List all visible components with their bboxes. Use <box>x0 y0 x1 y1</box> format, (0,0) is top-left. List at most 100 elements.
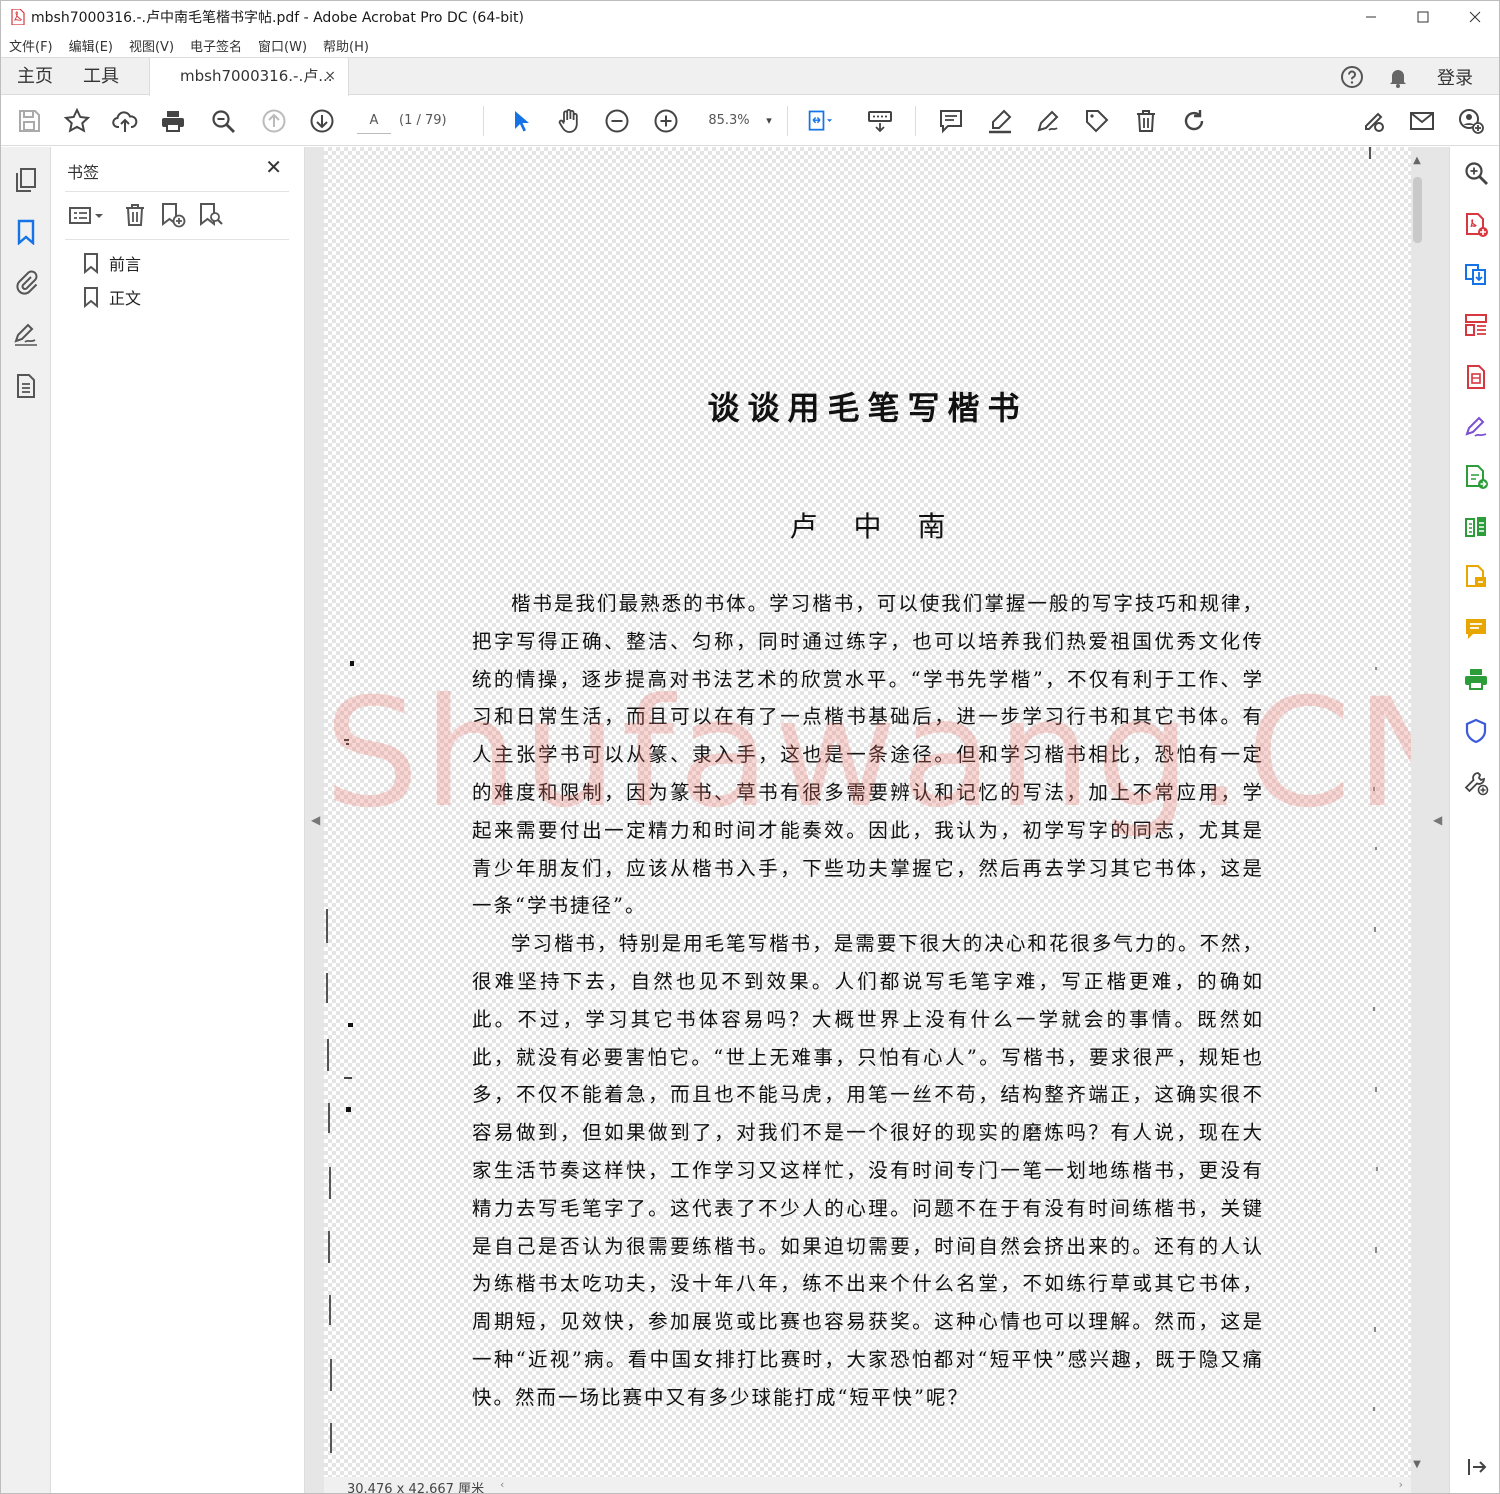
find-bookmark-button[interactable] <box>197 201 225 229</box>
rotate-icon <box>1184 110 1204 131</box>
select-tool-button[interactable] <box>505 106 535 136</box>
more-tools-button[interactable] <box>1462 769 1490 797</box>
comment-icon <box>1466 619 1486 639</box>
bookmark-star-button[interactable] <box>62 106 92 136</box>
menu-file[interactable]: 文件(F) <box>9 36 53 55</box>
body-paragraph: 学习楷书，特别是用毛笔写楷书，是需要下很大的决心和花很多气力的。不然，很难坚持下… <box>472 932 1264 1409</box>
previous-page-button[interactable] <box>259 106 289 136</box>
highlight-button[interactable] <box>985 106 1015 136</box>
right-tools-rail <box>1449 147 1499 1493</box>
comment-icon <box>940 110 962 134</box>
protect-button[interactable] <box>1462 717 1490 745</box>
add-user-button[interactable] <box>1456 106 1486 136</box>
bookmark-item[interactable]: 正文 <box>83 285 141 309</box>
comment-button[interactable] <box>936 106 966 136</box>
fill-sign-button[interactable] <box>1462 413 1490 441</box>
delete-bookmark-button[interactable] <box>121 201 149 229</box>
export-pdf-button[interactable] <box>1462 261 1490 289</box>
help-button[interactable] <box>1339 64 1365 90</box>
send-for-review-button[interactable] <box>1462 463 1490 491</box>
combine-files-icon <box>1466 565 1486 587</box>
menu-edit[interactable]: 编辑(E) <box>69 36 113 55</box>
scrollbar-thumb[interactable] <box>1413 177 1422 243</box>
scroll-up-icon[interactable]: ▲ <box>1409 155 1425 169</box>
printer-color-icon <box>1465 669 1487 690</box>
toolbar-divider <box>787 106 788 136</box>
bookmark-item-label: 前言 <box>109 255 142 274</box>
bookmarks-panel-button[interactable] <box>13 219 39 245</box>
add-person-icon <box>1459 109 1484 134</box>
email-button[interactable] <box>1407 106 1437 136</box>
rotate-button[interactable] <box>1179 106 1209 136</box>
upload-cloud-button[interactable] <box>110 106 140 136</box>
scroll-left-icon[interactable]: ‹ <box>500 1478 504 1491</box>
find-zoom-button[interactable] <box>208 106 238 136</box>
delete-button[interactable] <box>1131 106 1161 136</box>
read-mode-button[interactable] <box>865 106 895 136</box>
acrobat-window: mbsh7000316.-.卢中南毛笔楷书字帖.pdf - Adobe Acro… <box>0 0 1500 1494</box>
scroll-down-icon[interactable]: ▼ <box>1409 1459 1425 1473</box>
menu-esign[interactable]: 电子签名 <box>190 36 242 55</box>
collapse-left-panel-icon[interactable]: ◀ <box>311 813 320 827</box>
arrow-down-circle-icon <box>310 109 334 133</box>
zoom-in-button[interactable] <box>651 106 681 136</box>
create-pdf-button[interactable] <box>1462 211 1490 239</box>
bookmarks-panel-title: 书签 <box>67 163 100 182</box>
zoom-level-input[interactable]: 85.3% <box>701 108 757 134</box>
document-viewer[interactable]: ◀ 谈谈用毛笔写楷书 卢中南 楷书是我们最熟悉的书体。学习楷书，可以使我们掌握一… <box>305 147 1449 1493</box>
bookmark-search-icon <box>200 203 223 227</box>
tab-home[interactable]: 主页 <box>17 58 53 95</box>
maximize-button[interactable] <box>1397 1 1449 33</box>
save-button[interactable] <box>14 106 44 136</box>
vertical-scrollbar[interactable]: ▲ ▼ <box>1409 155 1425 1473</box>
close-window-button[interactable] <box>1449 1 1499 33</box>
collapse-right-panel-icon[interactable]: ◀ <box>1433 813 1442 827</box>
pdf-page[interactable]: 谈谈用毛笔写楷书 卢中南 楷书是我们最熟悉的书体。学习楷书，可以使我们掌握一般的… <box>324 147 1411 1477</box>
page-thumbnails-button[interactable] <box>13 167 39 193</box>
tab-tools[interactable]: 工具 <box>83 58 119 95</box>
paperclip-icon <box>16 270 38 295</box>
tab-document[interactable]: mbsh7000316.-.卢... × <box>149 58 349 96</box>
comment-tool-button[interactable] <box>1462 615 1490 643</box>
menu-view[interactable]: 视图(V) <box>129 36 174 55</box>
menu-help[interactable]: 帮助(H) <box>323 36 369 55</box>
expand-right-panel-button[interactable] <box>1462 1453 1490 1481</box>
print-production-button[interactable] <box>1462 665 1490 693</box>
compare-icon <box>1465 517 1486 537</box>
bell-icon <box>1390 69 1406 88</box>
fill-sign-icon <box>1465 416 1487 437</box>
search-icon <box>212 110 235 133</box>
signatures-button[interactable] <box>13 321 39 347</box>
scroll-right-icon[interactable]: › <box>1399 1478 1403 1491</box>
shield-icon <box>1465 718 1487 744</box>
menu-window[interactable]: 窗口(W) <box>258 36 307 55</box>
bookmarks-close-button[interactable]: ✕ <box>265 155 282 179</box>
zoom-out-button[interactable] <box>602 106 632 136</box>
menu-bar: 文件(F) 编辑(E) 视图(V) 电子签名 窗口(W) 帮助(H) <box>1 33 1499 57</box>
hand-tool-button[interactable] <box>554 106 584 136</box>
stamp-button[interactable] <box>1082 106 1112 136</box>
organize-pages-button[interactable] <box>1462 363 1490 391</box>
next-page-button[interactable] <box>307 106 337 136</box>
bookmark-item[interactable]: 前言 <box>83 251 141 275</box>
minimize-button[interactable] <box>1345 1 1397 33</box>
content-button[interactable] <box>13 373 39 399</box>
page-number-input[interactable]: A <box>357 108 391 134</box>
print-button[interactable] <box>158 106 188 136</box>
compare-files-button[interactable] <box>1462 513 1490 541</box>
share-link-button[interactable] <box>1358 106 1388 136</box>
new-bookmark-button[interactable] <box>159 201 187 229</box>
bookmark-options-button[interactable] <box>67 201 107 229</box>
login-button[interactable]: 登录 <box>1437 64 1473 90</box>
page-fit-button[interactable] <box>805 106 835 136</box>
edit-pdf-button[interactable] <box>1462 311 1490 339</box>
tab-close-button[interactable]: × <box>324 58 336 95</box>
arrow-up-circle-icon <box>262 109 286 133</box>
zoom-search-icon <box>1465 162 1488 185</box>
combine-files-button[interactable] <box>1462 563 1490 591</box>
notifications-button[interactable] <box>1385 64 1411 90</box>
attachments-button[interactable] <box>13 269 39 295</box>
zoom-dropdown-button[interactable]: ▾ <box>761 108 777 134</box>
sign-button[interactable] <box>1033 106 1063 136</box>
zoom-search-tool-button[interactable] <box>1462 159 1490 187</box>
